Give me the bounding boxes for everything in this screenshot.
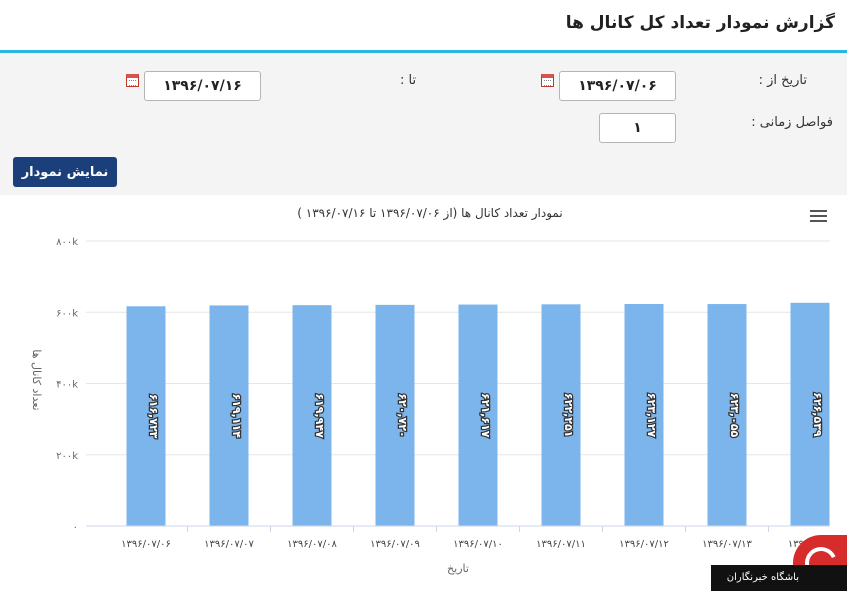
- to-date-label: تا :: [400, 73, 417, 88]
- filter-form: تاریخ از : تا : فواصل زمانی : نمایش نمود…: [0, 53, 847, 195]
- y-axis-ticks: ۰ ۲۰۰k ۴۰۰k ۶۰۰k ۸۰۰k: [56, 237, 78, 533]
- x-tick-label: ۱۳۹۶/۰۷/۱۳: [702, 539, 752, 550]
- from-date-input[interactable]: [559, 71, 676, 101]
- interval-label: فواصل زمانی :: [751, 115, 833, 130]
- bar-data-label: ۶۲۳,۰۵۵: [728, 393, 741, 438]
- chart-bars: ۶۱۶,۷۲۳ ۶۱۹,۱۱۴ ۶۱۹,۹۴۷ ۶۲۰,۷۲۰ ۶۲۱,۶۱۷ ۶۲۲,۲…: [126, 302, 830, 526]
- y-tick-label: ۰: [73, 522, 78, 533]
- x-tick-label: ۱۳۹۶/۰۷/۱۱: [536, 539, 586, 550]
- x-tick-label: ۱۳۹۶/۰۷/۰۷: [204, 539, 254, 550]
- interval-input[interactable]: [599, 113, 676, 143]
- watermark-badge: باشگاه خبرنگاران: [711, 565, 847, 591]
- page-header: گزارش نمودار تعداد کل کانال ها: [0, 0, 847, 53]
- page-title: گزارش نمودار تعداد کل کانال ها: [565, 13, 835, 33]
- from-date-label: تاریخ از :: [758, 73, 807, 88]
- bar-chart: نمودار تعداد کانال ها (از ۱۳۹۶/۰۷/۰۶ تا …: [30, 206, 832, 575]
- calendar-icon[interactable]: [541, 74, 554, 87]
- x-tick-label: ۱۳۹۶/۰۷/۱۲: [619, 539, 669, 550]
- x-axis-ticks: ۱۳۹۶/۰۷/۰۶ ۱۳۹۶/۰۷/۰۷ ۱۳۹۶/۰۷/۰۸ ۱۳۹۶/۰۷/۰۹…: [121, 526, 832, 550]
- y-tick-label: ۲۰۰k: [56, 451, 78, 462]
- bar-data-label: ۶۲۱,۶۱۷: [479, 393, 492, 438]
- chart-container: نمودار تعداد کانال ها (از ۱۳۹۶/۰۷/۰۶ تا …: [8, 195, 839, 591]
- chart-title: نمودار تعداد کانال ها (از ۱۳۹۶/۰۷/۰۶ تا …: [297, 206, 562, 221]
- bar-data-label: ۶۲۰,۷۲۰: [396, 393, 409, 437]
- bar-data-label: ۶۲۶,۵۳۹: [811, 392, 824, 437]
- to-date-input[interactable]: [144, 71, 261, 101]
- show-chart-button[interactable]: نمایش نمودار: [13, 157, 117, 187]
- calendar-icon[interactable]: [126, 74, 139, 87]
- y-tick-label: ۶۰۰k: [56, 308, 78, 319]
- x-tick-label: ۱۳۹۶/۰۷/۰۸: [287, 539, 337, 550]
- bar-data-label: ۶۲۲,۲۵۱: [562, 393, 575, 437]
- bar-data-label: ۶۱۹,۹۴۷: [313, 393, 326, 438]
- bar-data-label: ۶۲۳,۱۲۷: [645, 393, 658, 438]
- x-axis-title: تاریخ: [447, 562, 469, 575]
- y-axis-title: تعداد کانال ها: [30, 349, 43, 410]
- bar-data-label: ۶۱۹,۱۱۴: [230, 393, 243, 438]
- x-tick-label: ۱۳۹۶/۰۷/۰۶: [121, 539, 171, 550]
- y-tick-label: ۸۰۰k: [56, 237, 78, 248]
- hamburger-menu-icon[interactable]: [810, 210, 827, 223]
- x-tick-label: ۱۳۹۶/۰۷/۱۰: [453, 539, 503, 550]
- x-tick-label: ۱۳۹۶/۰۷/۰۹: [370, 539, 420, 550]
- bar-data-label: ۶۱۶,۷۲۳: [147, 394, 160, 439]
- y-tick-label: ۴۰۰k: [56, 380, 78, 391]
